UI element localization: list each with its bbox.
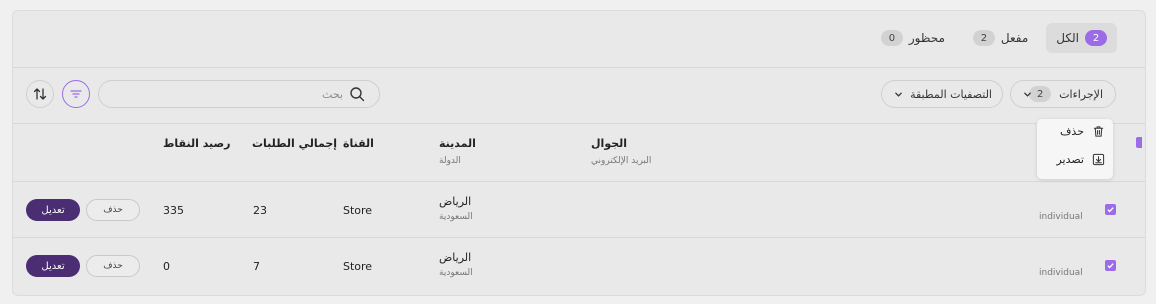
tab-banned[interactable]: 0 محظور bbox=[871, 23, 955, 53]
select-all-checkbox[interactable] bbox=[1136, 137, 1142, 148]
delete-button[interactable]: حذف bbox=[86, 199, 140, 221]
total-orders-cell: 7 bbox=[253, 260, 260, 273]
delete-button[interactable]: حذف bbox=[86, 255, 140, 277]
header-points-balance: رصيد النقاط bbox=[163, 137, 231, 150]
tab-active[interactable]: 2 مفعل bbox=[963, 23, 1038, 53]
menu-item-export[interactable]: تصدير bbox=[1056, 153, 1105, 166]
applied-filters-label: التصفيات المطبقة bbox=[910, 87, 992, 101]
channel-cell: Store bbox=[343, 204, 373, 217]
tab-count: 2 bbox=[972, 30, 995, 46]
menu-item-delete[interactable]: حذف bbox=[1060, 125, 1105, 138]
applied-filters-dropdown[interactable]: التصفيات المطبقة bbox=[881, 80, 1003, 108]
export-icon bbox=[1092, 153, 1105, 166]
customers-card: 0 محظور 2 مفعل الكل 2 بحث التصفيات المطب… bbox=[12, 10, 1146, 296]
check-icon bbox=[1107, 263, 1114, 269]
trash-icon bbox=[1093, 126, 1104, 137]
actions-label: الإجراءات bbox=[1059, 87, 1103, 101]
chevron-down-icon bbox=[1024, 92, 1031, 97]
tab-label: مفعل bbox=[1000, 31, 1029, 45]
tab-count: 2 bbox=[1085, 30, 1107, 46]
divider bbox=[13, 123, 1145, 124]
filter-button[interactable] bbox=[62, 80, 90, 108]
header-total-orders: إجمالي الطلبات bbox=[252, 137, 338, 150]
sort-icon bbox=[33, 88, 47, 100]
country-cell: السعودية bbox=[439, 212, 473, 222]
country-cell: السعودية bbox=[439, 268, 473, 278]
points-balance-cell: 335 bbox=[163, 204, 184, 217]
header-mobile: الجوال bbox=[591, 137, 628, 150]
customer-type-cell: individual bbox=[1039, 212, 1083, 222]
sort-button[interactable] bbox=[26, 80, 54, 108]
bulk-actions-menu: حذف تصدير bbox=[1037, 119, 1113, 179]
search-input[interactable]: بحث bbox=[322, 88, 343, 101]
edit-button[interactable]: تعديل bbox=[26, 199, 80, 221]
points-balance-cell: 0 bbox=[163, 260, 170, 273]
header-country: الدولة bbox=[439, 156, 461, 166]
actions-count: 2 bbox=[1029, 86, 1052, 102]
tab-label: الكل bbox=[1056, 31, 1079, 45]
tab-label: محظور bbox=[908, 31, 945, 45]
tab-all[interactable]: الكل 2 bbox=[1046, 23, 1117, 53]
search-box[interactable]: بحث bbox=[98, 80, 380, 108]
channel-cell: Store bbox=[343, 260, 373, 273]
header-channel: القناة bbox=[343, 137, 374, 150]
status-tabs: 0 محظور 2 مفعل الكل 2 bbox=[871, 23, 1117, 53]
city-cell: الرياض bbox=[439, 251, 472, 264]
header-city: المدينة bbox=[439, 137, 476, 150]
actions-dropdown[interactable]: 2 الإجراءات bbox=[1010, 80, 1116, 108]
check-icon bbox=[1107, 207, 1114, 213]
total-orders-cell: 23 bbox=[253, 204, 267, 217]
filter-icon bbox=[70, 90, 82, 98]
divider bbox=[13, 181, 1145, 182]
row-checkbox[interactable] bbox=[1105, 204, 1116, 215]
menu-item-label: تصدير bbox=[1056, 153, 1084, 166]
menu-item-label: حذف bbox=[1060, 125, 1084, 138]
row-checkbox[interactable] bbox=[1105, 260, 1116, 271]
chevron-down-icon bbox=[895, 92, 902, 97]
city-cell: الرياض bbox=[439, 195, 472, 208]
divider bbox=[13, 67, 1145, 68]
divider bbox=[13, 237, 1145, 238]
tab-count: 0 bbox=[880, 30, 903, 46]
edit-button[interactable]: تعديل bbox=[26, 255, 80, 277]
header-email: البريد الإلكتروني bbox=[591, 156, 652, 166]
search-icon bbox=[350, 87, 365, 102]
customer-type-cell: individual bbox=[1039, 268, 1083, 278]
